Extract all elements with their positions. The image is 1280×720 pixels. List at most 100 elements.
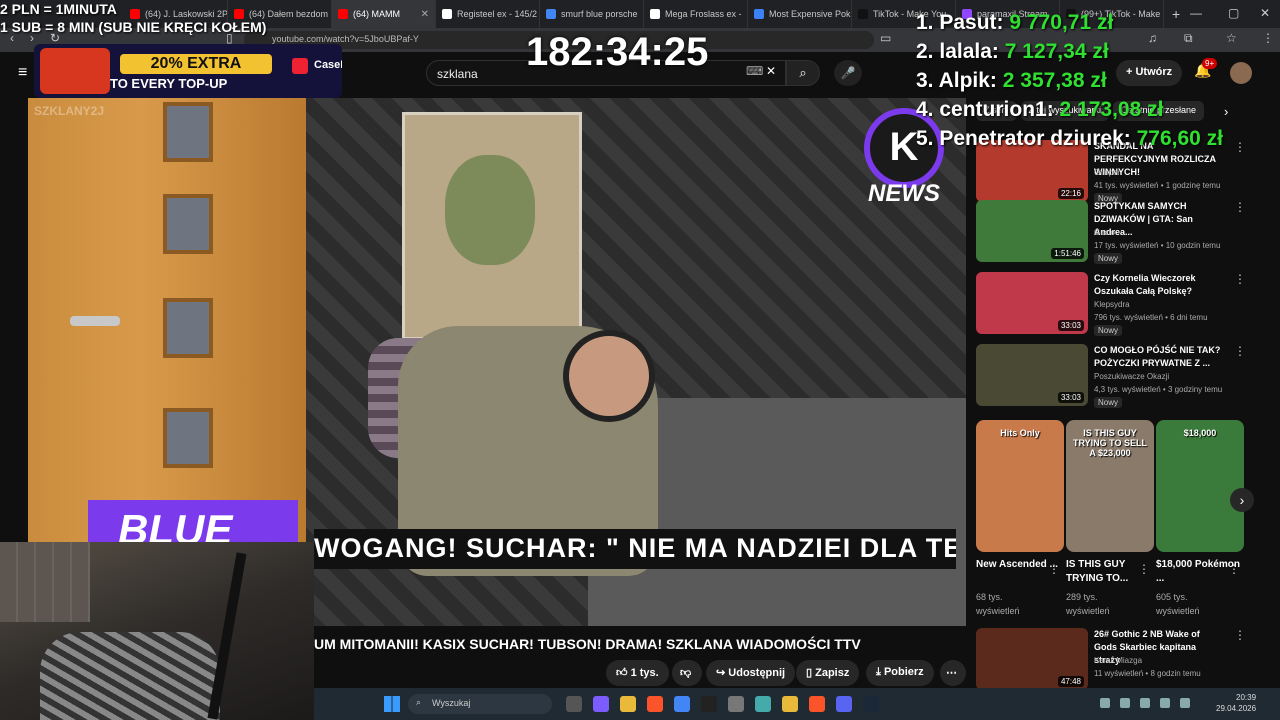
short-views: 605 tys. wyświetleń — [1156, 592, 1200, 616]
more-icon[interactable]: ⋮ — [1234, 200, 1246, 214]
steam-icon[interactable] — [863, 696, 879, 712]
discord-icon[interactable] — [836, 696, 852, 712]
ranking-row: 2. lalala: 7 127,34 zł — [916, 40, 1109, 63]
brave-icon[interactable] — [647, 696, 663, 712]
related-video[interactable]: 33:03 Czy Kornelia Wieczorek Oszukała Cał… — [976, 272, 1246, 336]
video-thumbnail[interactable]: 33:03 — [976, 344, 1088, 406]
cast-icon[interactable]: ▭ — [880, 31, 891, 45]
task-view-icon[interactable] — [566, 696, 582, 712]
news-ticker: WOGANG! SUCHAR: " NIE MA NADZIEI DLA TEG… — [314, 529, 956, 569]
promo-brand: CaseHug — [314, 59, 342, 71]
short-thumbnail[interactable]: $18,000 — [1156, 420, 1244, 552]
video-thumbnail[interactable]: 47:48 — [976, 628, 1088, 690]
duration-badge: 47:48 — [1057, 676, 1084, 687]
related-video[interactable]: 47:48 26# Gothic 2 NB Wake of Gods Skarbi… — [976, 628, 1246, 692]
more-actions-button[interactable]: ⋯ — [940, 660, 966, 686]
search-button[interactable]: ⌕ — [786, 60, 820, 86]
ranking-row: 1. Pasut: 9 770,71 zł — [916, 11, 1114, 34]
explorer2-icon[interactable] — [782, 696, 798, 712]
copilot-icon[interactable] — [593, 696, 609, 712]
video-meta: 41 tys. wyświetleń • 1 godzinę temu — [1094, 181, 1221, 190]
explorer-icon[interactable] — [620, 696, 636, 712]
tab-favicon-icon — [546, 9, 556, 19]
download-icon: ⤓ — [876, 666, 881, 678]
video-meta: 796 tys. wyświetleń • 6 dni temu — [1094, 313, 1208, 322]
browser-tab[interactable]: smurf blue porsche — [540, 0, 644, 28]
related-title[interactable]: CO MOGŁO PÓJŚĆ NIE TAK? POŻYCZKI PRYWATN… — [1094, 344, 1222, 370]
settings-icon[interactable] — [728, 696, 744, 712]
thumb-down-icon: 👎︎ — [680, 667, 692, 679]
subathon-timer: 182:34:25 — [526, 30, 709, 74]
tab-favicon-icon — [442, 9, 452, 19]
more-icon[interactable]: ⋮ — [1048, 562, 1060, 576]
video-thumbnail[interactable]: 1:51:46 — [976, 200, 1088, 262]
channel-name[interactable]: Gucio — [1094, 228, 1115, 237]
tab-label: Most Expensive Pok — [769, 9, 851, 19]
new-badge: Nowy — [1094, 397, 1123, 408]
thumb-up-icon: 👍︎ — [616, 667, 628, 679]
video-meta: 11 wyświetleń • 8 godzin temu — [1094, 669, 1201, 678]
short-thumbnail[interactable]: IS THIS GUY TRYING TO SELL A $23,000 — [1066, 420, 1154, 552]
brave2-icon[interactable] — [809, 696, 825, 712]
ranking-row: 5. Penetrator dziurek: 776,60 zł — [916, 127, 1223, 150]
channel-name[interactable]: Kamil Miazga — [1094, 656, 1142, 665]
short-overlay-text: Hits Only — [1000, 428, 1040, 438]
windows-start-icon[interactable] — [384, 696, 400, 712]
like-button[interactable]: 👍︎ 1 tys. — [606, 660, 669, 686]
more-icon[interactable]: ⋮ — [1234, 344, 1246, 358]
channel-name[interactable]: Klepsydra — [1094, 300, 1130, 309]
new-badge: Nowy — [1094, 325, 1123, 336]
taskbar-search[interactable]: ⌕ Wyszukaj — [408, 694, 552, 714]
download-button[interactable]: ⤓ Pobierz — [866, 660, 934, 686]
promo-line1: 20% EXTRA — [120, 54, 272, 74]
clear-search-icon[interactable]: ✕ — [766, 64, 776, 78]
shorts-next-button[interactable]: › — [1230, 488, 1254, 512]
related-video[interactable]: 33:03 CO MOGŁO PÓJŚĆ NIE TAK? POŻYCZKI PR… — [976, 344, 1246, 408]
channel-name[interactable]: Gimper — [1094, 168, 1120, 177]
search-icon: ⌕ — [799, 65, 807, 80]
share-button[interactable]: ↪ Udostępnij — [706, 660, 796, 686]
hamburger-icon[interactable]: ≡ — [18, 64, 27, 82]
tab-favicon-icon — [338, 9, 348, 19]
mic-tray-icon[interactable] — [1180, 698, 1190, 708]
more-icon[interactable]: ⋮ — [1234, 272, 1246, 286]
taskbar-clock: 20:39 29.04.2026 — [1216, 693, 1257, 713]
casehug-promo-banner: 20% EXTRA TO EVERY TOP-UP CaseHug — [34, 44, 342, 98]
browser-tab[interactable]: Most Expensive Pok — [748, 0, 852, 28]
related-video[interactable]: 1:51:46 SPOTYKAM SAMYCH DZIWAKÓW | GTA: S… — [976, 200, 1246, 264]
chevron-up-icon[interactable] — [1100, 698, 1110, 708]
related-title[interactable]: Czy Kornelia Wieczorek Oszukała Całą Pol… — [1094, 272, 1222, 298]
save-button[interactable]: ▯ Zapisz — [796, 660, 860, 686]
wifi-icon[interactable] — [1120, 698, 1130, 708]
video-thumbnail[interactable]: 33:03 — [976, 272, 1088, 334]
keyboard-icon[interactable]: ⌨ — [746, 64, 763, 78]
mic-icon: 🎤 — [840, 66, 856, 80]
duration-badge: 33:03 — [1057, 392, 1084, 403]
tab-favicon-icon — [754, 9, 764, 19]
tab-label: Registeel ex - 145/2 — [457, 9, 538, 19]
browser-tab[interactable]: Registeel ex - 145/2 — [436, 0, 540, 28]
video-meta: 4,3 tys. wyświetleń • 3 godziny temu — [1094, 385, 1223, 394]
donation-rules: 2 PLN = 1MINUTA 1 SUB = 8 MIN (SUB NIE K… — [0, 1, 267, 35]
short-thumbnail[interactable]: Hits Only — [976, 420, 1064, 552]
browser-tab[interactable]: (64) MAMM ✕ — [332, 0, 436, 28]
dislike-button[interactable]: 👎︎ — [672, 660, 702, 686]
chrome-icon[interactable] — [674, 696, 690, 712]
duration-badge: 22:16 — [1057, 188, 1084, 199]
browser-tab[interactable]: Mega Froslass ex - — [644, 0, 748, 28]
speaker-icon[interactable] — [1140, 698, 1150, 708]
video-watermark: SZKLANY2J — [34, 104, 105, 118]
taskbar-search-icon: ⌕ — [416, 697, 422, 707]
notepad-icon[interactable] — [755, 696, 771, 712]
more-icon[interactable]: ⋮ — [1138, 562, 1150, 576]
tab-label: smurf blue porsche — [561, 9, 638, 19]
ranking-row: 4. centurion1: 2 173,08 zł — [916, 98, 1164, 121]
obs-icon[interactable] — [701, 696, 717, 712]
more-icon[interactable]: ⋮ — [1234, 628, 1246, 642]
battery-icon[interactable] — [1160, 698, 1170, 708]
mic-button[interactable]: 🎤 — [834, 60, 862, 86]
close-tab-icon[interactable]: ✕ — [421, 9, 429, 20]
more-icon[interactable]: ⋮ — [1228, 562, 1240, 576]
short-views: 289 tys. wyświetleń — [1066, 592, 1110, 616]
channel-name[interactable]: Poszukiwacze Okazji — [1094, 372, 1169, 381]
